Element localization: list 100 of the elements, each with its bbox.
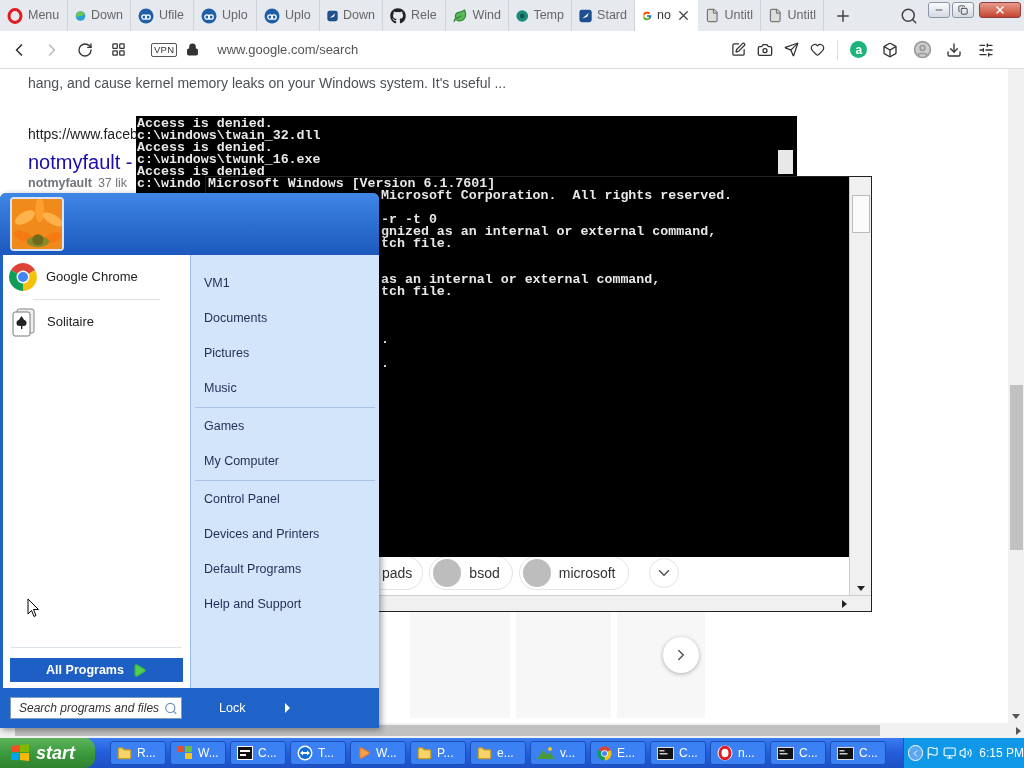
taskbar-button[interactable]: v... (530, 741, 586, 765)
console-line: . (381, 334, 389, 346)
clock[interactable]: 6:15 PM (979, 744, 1024, 762)
scroll-thumb[interactable] (778, 150, 793, 174)
taskbar-button[interactable]: C... (830, 741, 886, 765)
result-url[interactable]: https://www.faceb (28, 125, 138, 143)
vertical-scrollbar[interactable] (1008, 69, 1024, 723)
console-line: tch file. (381, 286, 453, 298)
camera-icon[interactable] (757, 41, 774, 58)
close-icon[interactable] (676, 8, 691, 23)
result-snippet: hang, and cause kernel memory leaks on your Windows system. It's useful ... (28, 74, 508, 92)
search-chip[interactable]: bsod (429, 556, 513, 590)
extension-icon[interactable]: a (850, 41, 868, 58)
chrome-logo-icon (8, 262, 38, 292)
console-line: Access is denied (137, 166, 265, 178)
result-source: notmyfault (28, 176, 92, 190)
menu-item[interactable]: Help and Support (191, 587, 379, 622)
console-line: Microsoft Windows [Version 6.1.7601] (208, 178, 496, 190)
console-line: Microsoft Corporation. All rights reserved. (381, 190, 733, 202)
console-icon (657, 746, 674, 760)
folder-icon (117, 745, 132, 761)
network-icon[interactable] (942, 746, 956, 760)
chrome-logo-icon (597, 745, 612, 761)
taskbar-button[interactable]: E... (590, 741, 646, 765)
taskbar-button[interactable]: P... (410, 741, 466, 765)
restore-icon (958, 5, 968, 15)
folder-icon (477, 745, 492, 761)
menu-item[interactable]: Default Programs (191, 552, 379, 587)
menu-item[interactable]: VM1 (191, 266, 379, 301)
taskbar-button[interactable]: C... (770, 741, 826, 765)
play-icon (357, 746, 371, 760)
settings-icon[interactable] (978, 41, 995, 58)
vertical-scrollbar[interactable] (849, 177, 871, 595)
flag-icon[interactable] (926, 746, 940, 760)
landscape-icon (537, 746, 555, 760)
console-line: . (381, 358, 389, 370)
menu-item[interactable]: My Computer (191, 444, 379, 479)
search-chip[interactable]: microsoft (518, 556, 629, 590)
restore-button[interactable] (952, 2, 974, 18)
lock-button[interactable]: Lock (219, 698, 246, 718)
taskbar-button[interactable]: R... (110, 741, 166, 765)
start-button[interactable]: start (0, 738, 95, 768)
archive-icon (237, 746, 253, 760)
search-icon[interactable] (900, 6, 918, 25)
menu-item[interactable]: Solitaire (3, 302, 190, 342)
menu-item[interactable]: Documents (191, 301, 379, 336)
menu-item[interactable]: Devices and Printers (191, 517, 379, 552)
cursor-icon (27, 598, 40, 618)
cards-icon (11, 307, 37, 337)
scroll-right-icon[interactable] (842, 599, 847, 608)
speaker-icon[interactable] (959, 746, 973, 760)
url-field[interactable]: www.google.com/search (217, 39, 718, 60)
cube-icon[interactable] (882, 41, 899, 58)
grid-icon[interactable] (111, 42, 126, 57)
console-line: Access is denied. (137, 142, 273, 154)
cat-logo-icon (390, 7, 406, 24)
edit-icon[interactable] (731, 42, 747, 57)
browser-tab[interactable]: no (635, 0, 698, 31)
reload-icon[interactable] (77, 41, 93, 58)
windows-flag-icon (10, 744, 30, 762)
menu-item[interactable]: Games (191, 409, 379, 444)
result-title[interactable]: notmyfault - (28, 150, 133, 174)
all-programs-button[interactable]: All Programs (10, 658, 183, 682)
console-line: c:\windows\twain_32.dll (137, 130, 321, 142)
play-icon (131, 662, 147, 678)
taskbar-button[interactable]: T... (290, 741, 346, 765)
download-icon[interactable] (946, 41, 963, 58)
menu-item[interactable]: Pictures (191, 336, 379, 371)
taskbar-button[interactable]: W... (350, 741, 406, 765)
menu-item[interactable]: Control Panel (191, 482, 379, 517)
document-icon (705, 8, 720, 23)
search-field[interactable]: Search programs and files (10, 697, 182, 719)
show-hidden-icon[interactable] (908, 745, 924, 761)
taskbar-button[interactable]: C... (230, 741, 286, 765)
taskbar-button[interactable]: e... (470, 741, 526, 765)
square-logo-icon (579, 7, 593, 24)
console-line: tch file. (381, 238, 453, 250)
send-icon[interactable] (784, 42, 800, 57)
circle-logo-icon (138, 7, 154, 24)
taskbar-button[interactable]: C... (650, 741, 706, 765)
console-icon (837, 746, 854, 760)
profile-icon[interactable] (913, 40, 933, 59)
console-line: c:\windo (137, 178, 201, 190)
scroll-thumb[interactable] (1009, 385, 1023, 550)
menu-item[interactable]: Google Chrome (3, 257, 190, 297)
close-button[interactable] (979, 2, 1021, 18)
console-line: c:\windows\twunk_16.exe (137, 154, 321, 166)
search-chip[interactable]: pads (380, 556, 424, 590)
scroll-thumb[interactable] (851, 195, 870, 233)
taskbar-button[interactable]: n... (710, 741, 766, 765)
caret-icon[interactable] (285, 703, 291, 713)
console-icon (777, 746, 794, 760)
circle-logo-icon (516, 7, 529, 24)
taskbar-button[interactable]: W... (170, 741, 226, 765)
leaf-icon (453, 7, 468, 24)
heart-icon[interactable] (810, 42, 826, 57)
menu-item[interactable]: Music (191, 371, 379, 406)
minimize-button[interactable] (928, 2, 950, 18)
console-line: gnized as an internal or external command, (381, 226, 717, 238)
vpn-badge[interactable]: VPN (151, 42, 178, 57)
